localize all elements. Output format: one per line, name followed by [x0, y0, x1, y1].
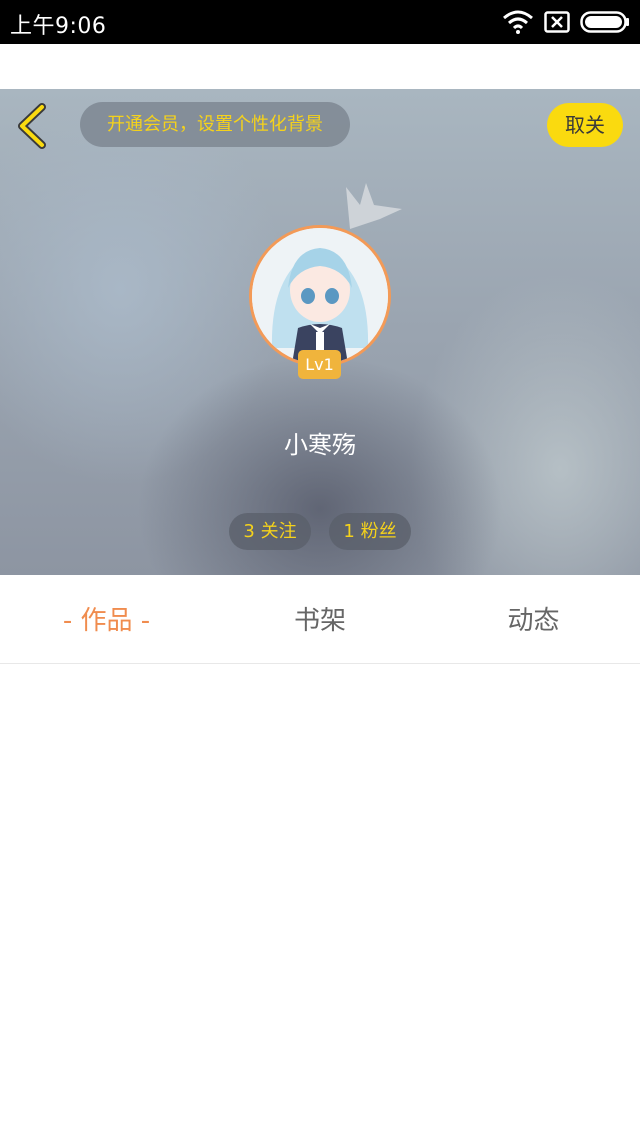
- level-badge: Lv1: [298, 350, 341, 379]
- chevron-left-icon: [18, 103, 46, 149]
- avatar[interactable]: [249, 225, 391, 367]
- profile-header: 开通会员，设置个性化背景 取关 Lv1 小寒殇 3 关注 1 粉丝: [0, 89, 640, 575]
- wifi-icon: [503, 10, 533, 34]
- tab-bookshelf[interactable]: 书架: [213, 575, 427, 663]
- battery-icon: [580, 11, 629, 33]
- tab-works[interactable]: - 作品 -: [0, 575, 213, 663]
- fans-count-button[interactable]: 1 粉丝: [329, 513, 411, 550]
- tab-activity[interactable]: 动态: [427, 575, 640, 663]
- top-spacer: [0, 44, 640, 89]
- sim-off-icon: [544, 11, 570, 33]
- crown-ornament-icon: [346, 183, 402, 229]
- unfollow-button[interactable]: 取关: [547, 103, 623, 147]
- following-count-button[interactable]: 3 关注: [229, 513, 311, 550]
- status-time: 上午9:06: [10, 14, 107, 39]
- back-button[interactable]: [12, 101, 56, 151]
- profile-tabs: - 作品 - 书架 动态: [0, 575, 640, 664]
- status-bar: 上午9:06: [0, 0, 640, 44]
- vip-background-banner[interactable]: 开通会员，设置个性化背景: [80, 102, 350, 147]
- status-icons: [502, 10, 630, 34]
- username: 小寒殇: [284, 431, 356, 459]
- avatar-image: [252, 228, 388, 364]
